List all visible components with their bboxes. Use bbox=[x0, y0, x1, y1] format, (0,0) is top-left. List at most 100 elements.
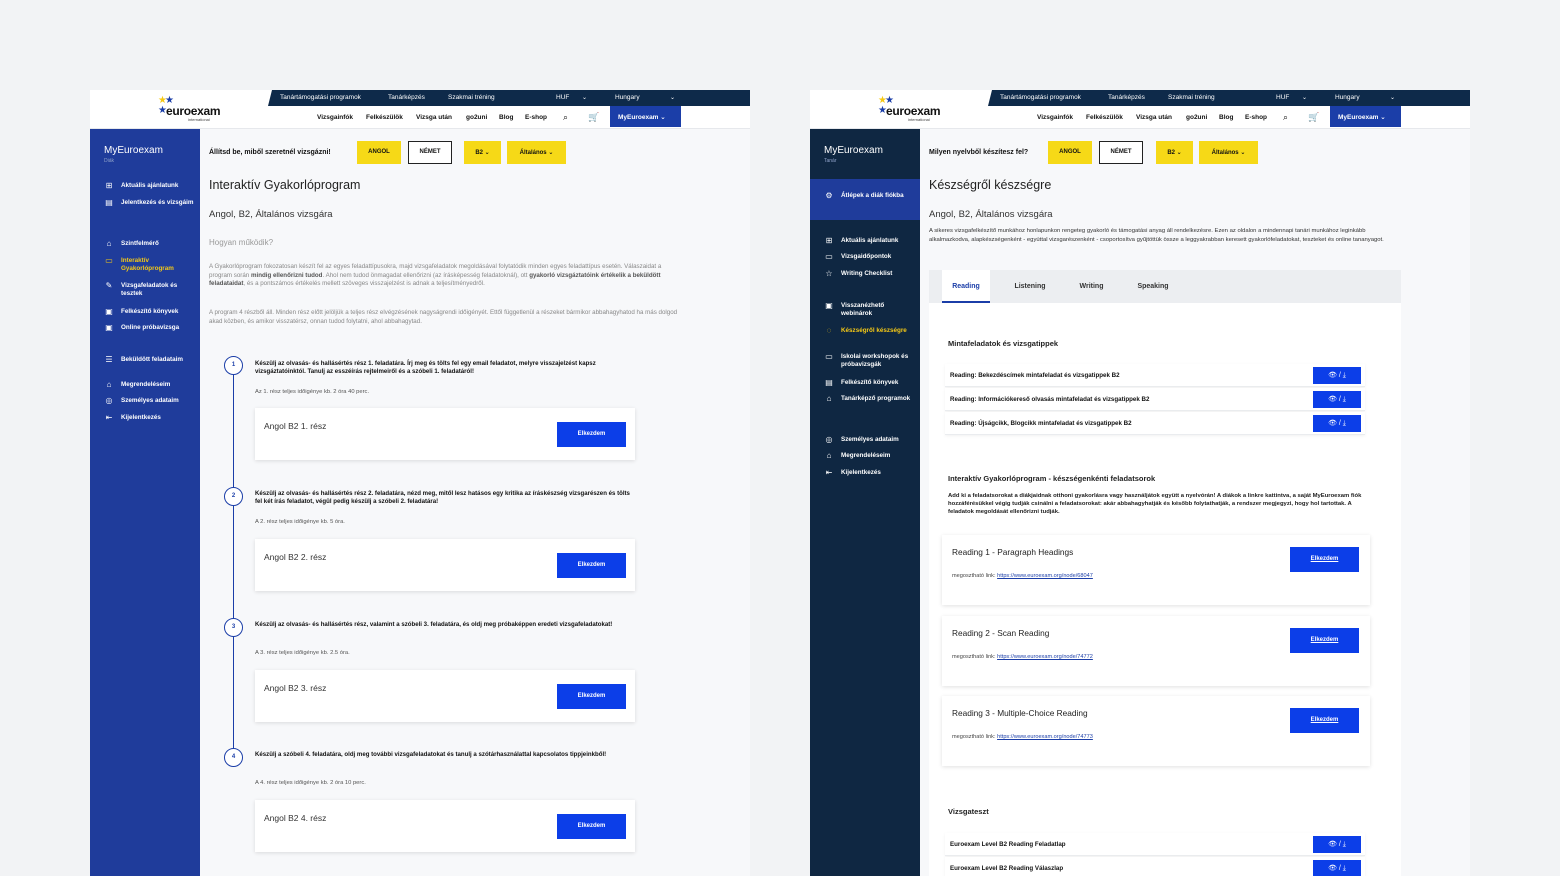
lang-english-button[interactable]: ANGOL bbox=[357, 141, 401, 164]
view-download-button[interactable]: 👁 / ⤓ bbox=[1313, 391, 1361, 408]
page-subtitle: Angol, B2, Általános vizsgára bbox=[929, 209, 1053, 220]
sidebar-item-books[interactable]: ▣ Felkészítő könyvek bbox=[104, 308, 194, 316]
sidebar-item-tasks[interactable]: ✎ Vizsgafeladatok és tesztek bbox=[104, 282, 194, 298]
tab-speaking[interactable]: Speaking bbox=[1124, 270, 1182, 303]
view-download-button[interactable]: 👁 / ⤓ bbox=[1313, 860, 1361, 876]
laptop-icon: ▭ bbox=[105, 256, 113, 265]
start-button[interactable]: Elkezdem bbox=[1290, 628, 1359, 653]
start-button[interactable]: Elkezdem bbox=[1290, 547, 1359, 572]
sidebar-item-workshops[interactable]: ▭ Iskolai workshopok és próbavizsgák bbox=[824, 353, 914, 369]
sidebar-item-personal[interactable]: ◎ Személyes adataim bbox=[104, 397, 194, 405]
view-download-button[interactable]: 👁 / ⤓ bbox=[1313, 367, 1361, 384]
sidebar-subtitle: Tanár bbox=[824, 158, 837, 164]
type-select[interactable]: Általános ⌄ bbox=[507, 141, 566, 164]
view-download-button[interactable]: 👁 / ⤓ bbox=[1313, 836, 1361, 853]
step-number: 3 bbox=[224, 618, 243, 637]
top-link[interactable]: Tanárképzés bbox=[1108, 94, 1145, 101]
nav-item[interactable]: Vizsgainfók bbox=[317, 114, 353, 121]
sidebar-item-logout[interactable]: ⇤ Kijelentkezés bbox=[104, 414, 194, 422]
top-link[interactable]: Szakmai tréning bbox=[1168, 94, 1215, 101]
sidebar-item-webinars[interactable]: ▣ Visszanézhető webinárok bbox=[824, 302, 914, 318]
start-button[interactable]: Elkezdem bbox=[557, 814, 626, 839]
nav-item[interactable]: Felkészülök bbox=[1086, 114, 1123, 121]
sidebar-item-personal[interactable]: ◎ Személyes adataim bbox=[824, 436, 914, 444]
step-time: A 4. rész teljes időigénye kb. 2 óra 10 … bbox=[255, 780, 366, 786]
view-download-button[interactable]: 👁 / ⤓ bbox=[1313, 415, 1361, 432]
myeuroexam-button[interactable]: MyEuroexam ⌄ bbox=[610, 106, 681, 127]
resource-row: Reading: Bekezdéscímek mintafeladat és v… bbox=[945, 364, 1365, 387]
step-card: Angol B2 4. rész Elkezdem bbox=[255, 800, 635, 852]
site-header: ★★ ★ euroexam international Tanártámogatá… bbox=[810, 90, 1470, 129]
level-select[interactable]: B2 ⌄ bbox=[1156, 141, 1193, 164]
nav-item[interactable]: E-shop bbox=[1245, 114, 1267, 121]
tab-writing[interactable]: Writing bbox=[1064, 270, 1119, 303]
list-icon: ☰ bbox=[105, 355, 113, 364]
sidebar-item-registration[interactable]: ▤ Jelentkezés és vizsgáim bbox=[104, 199, 194, 207]
nav-item[interactable]: Vizsgainfók bbox=[1037, 114, 1073, 121]
switch-to-student-box[interactable]: ⚙ Átlépek a diák fiókba bbox=[810, 179, 920, 220]
lang-english-button[interactable]: ANGOL bbox=[1048, 141, 1092, 164]
lang-german-button[interactable]: NÉMET bbox=[1099, 141, 1143, 164]
start-button[interactable]: Elkezdem bbox=[1290, 708, 1359, 733]
step-time: A 3. rész teljes időigénye kb. 2.5 óra. bbox=[255, 650, 350, 656]
country-select[interactable]: Hungary bbox=[615, 94, 640, 101]
type-select[interactable]: Általános ⌄ bbox=[1199, 141, 1258, 164]
nav-item[interactable]: Blog bbox=[499, 114, 513, 121]
nav-item[interactable]: go2uni bbox=[1186, 114, 1207, 121]
step-card-label: Angol B2 3. rész bbox=[264, 683, 327, 693]
resource-row: Reading: Információkereső olvasás mintaf… bbox=[945, 388, 1365, 411]
search-icon[interactable]: ⌕ bbox=[1283, 112, 1288, 123]
level-select[interactable]: B2 ⌄ bbox=[464, 141, 501, 164]
sidebar-item-logout[interactable]: ⇤ Kijelentkezés bbox=[824, 469, 914, 477]
search-icon[interactable]: ⌕ bbox=[563, 112, 568, 123]
sidebar-item-orders[interactable]: ⌂ Megrendeléseim bbox=[824, 452, 914, 460]
tab-listening[interactable]: Listening bbox=[1001, 270, 1059, 303]
target-icon: ◌ bbox=[826, 326, 832, 335]
sidebar-item-level-test[interactable]: ⌂ Szintfelmérő bbox=[104, 240, 194, 248]
top-link[interactable]: Tanártámogatási programok bbox=[280, 94, 361, 101]
step-time: Az 1. rész teljes időigénye kb. 2 óra 40… bbox=[255, 389, 370, 395]
student-page: ★★ ★ euroexam international Tanártámogatá… bbox=[90, 90, 750, 876]
share-link: megosztható link: https://www.euroexam.o… bbox=[952, 734, 1093, 740]
top-link[interactable]: Tanártámogatási programok bbox=[1000, 94, 1081, 101]
top-link[interactable]: Tanárképzés bbox=[388, 94, 425, 101]
cart-icon[interactable]: 🛒 bbox=[588, 112, 599, 123]
sidebar-item-orders[interactable]: ⌂ Megrendeléseim bbox=[104, 381, 194, 389]
sidebar-item-submitted[interactable]: ☰ Beküldött feladataim bbox=[104, 356, 194, 364]
sidebar-item-offers[interactable]: ⊞ Aktuális ajánlatunk bbox=[104, 182, 194, 190]
sidebar-item-online-exam[interactable]: ▣ Online próbavizsga bbox=[104, 324, 194, 332]
currency-select[interactable]: HUF bbox=[1276, 94, 1289, 101]
step-card-label: Angol B2 4. rész bbox=[264, 813, 327, 823]
nav-item[interactable]: E-shop bbox=[525, 114, 547, 121]
section-description: Add ki a feladatsorokat a diákjaidnak ot… bbox=[948, 493, 1362, 515]
tab-reading[interactable]: Reading bbox=[942, 270, 990, 303]
start-button[interactable]: Elkezdem bbox=[557, 553, 626, 578]
currency-select[interactable]: HUF bbox=[556, 94, 569, 101]
myeuroexam-button[interactable]: MyEuroexam ⌄ bbox=[1330, 106, 1401, 127]
start-button[interactable]: Elkezdem bbox=[557, 684, 626, 709]
top-link[interactable]: Szakmai tréning bbox=[448, 94, 495, 101]
sidebar-item-practice[interactable]: ▭ Interaktív Gyakorlóprogram bbox=[104, 257, 194, 273]
resource-row: Reading: Újságcikk, Blogcikk mintafelada… bbox=[945, 412, 1365, 435]
sidebar-item-writing-checklist[interactable]: ☆ Writing Checklist bbox=[824, 270, 914, 278]
nav-item[interactable]: Felkészülök bbox=[366, 114, 403, 121]
nav-item[interactable]: Vizsga után bbox=[416, 114, 452, 121]
nav-item[interactable]: Blog bbox=[1219, 114, 1233, 121]
start-button[interactable]: Elkezdem bbox=[557, 422, 626, 447]
sidebar-item-teacher-training[interactable]: ⌂ Tanárképző programok bbox=[824, 395, 914, 403]
nav-item[interactable]: go2uni bbox=[466, 114, 487, 121]
nav-item[interactable]: Vizsga után bbox=[1136, 114, 1172, 121]
how-it-works: Hogyan működik? bbox=[209, 238, 274, 247]
sidebar-item-books[interactable]: ▤ Felkészítő könyvek bbox=[824, 379, 914, 387]
sidebar-title: MyEuroexam bbox=[824, 145, 883, 156]
step-title: Készülj a szóbeli 4. feladatára, oldj me… bbox=[255, 751, 607, 758]
sidebar-item-exam-dates[interactable]: ▭ Vizsgaidőpontok bbox=[824, 253, 914, 261]
country-select[interactable]: Hungary bbox=[1335, 94, 1360, 101]
logout-icon: ⇤ bbox=[825, 468, 833, 477]
sidebar-item-offers[interactable]: ⊞ Aktuális ajánlatunk bbox=[824, 237, 914, 245]
lang-german-button[interactable]: NÉMET bbox=[408, 141, 452, 164]
sidebar-item-skills[interactable]: ◌ Készségről készségre bbox=[824, 327, 914, 335]
sidebar-item-switch-student[interactable]: ⚙ Átlépek a diák fiókba bbox=[824, 192, 914, 200]
cart-icon[interactable]: 🛒 bbox=[1308, 112, 1319, 123]
book-icon: ▣ bbox=[105, 307, 113, 316]
